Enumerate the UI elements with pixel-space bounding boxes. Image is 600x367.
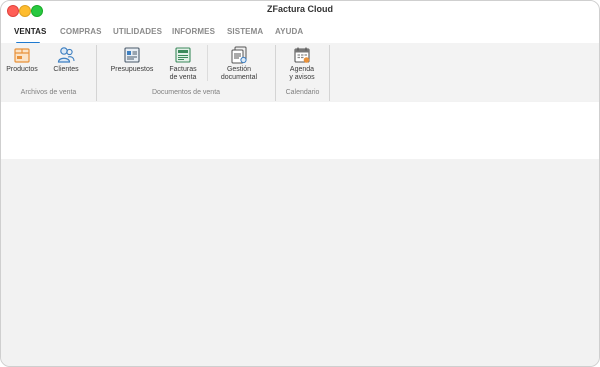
documents-icon [218, 45, 260, 65]
tab-compras[interactable]: COMPRAS [60, 27, 102, 36]
facturas-label-line2: de venta [169, 74, 197, 81]
clientes-button[interactable]: Clientes [50, 45, 82, 74]
gestion-label-line2: documental [220, 74, 258, 81]
facturas-label-line1: Facturas [169, 66, 197, 73]
gestion-label-line1: Gestión [226, 66, 252, 73]
agenda-label-line2: y avisos [289, 74, 315, 81]
window-title: ZFactura Cloud [266, 4, 333, 14]
group-separator [329, 45, 330, 101]
group-label-calendario: Calendario [285, 89, 320, 96]
tab-sistema[interactable]: SISTEMA [227, 27, 263, 36]
app-window: ZFactura Cloud VENTAS COMPRAS UTILIDADES… [0, 0, 600, 367]
tab-ventas[interactable]: VENTAS [14, 27, 46, 36]
gestion-documental-button[interactable]: Gestión documental [218, 45, 260, 82]
tab-utilidades[interactable]: UTILIDADES [113, 27, 162, 36]
productos-button[interactable]: Productos [6, 45, 38, 74]
agenda-label-line1: Agenda [289, 66, 315, 73]
productos-label: Productos [6, 66, 38, 73]
clientes-label: Clientes [53, 66, 79, 73]
agenda-button[interactable]: Agenda y avisos [285, 45, 319, 82]
presupuestos-label: Presupuestos [110, 66, 154, 73]
title-bar: ZFactura Cloud [1, 1, 599, 19]
ribbon-toolbar: Productos Clientes Archivos de venta Pre… [1, 43, 599, 101]
content-header-area [1, 102, 599, 159]
group-label-archivos: Archivos de venta [20, 89, 77, 96]
presupuestos-button[interactable]: Presupuestos [109, 45, 155, 74]
workspace-area [1, 159, 599, 366]
facturas-button[interactable]: Facturas de venta [166, 45, 200, 82]
box-icon [6, 45, 38, 65]
quote-icon [109, 45, 155, 65]
calendar-icon [285, 45, 319, 65]
tab-ayuda[interactable]: AYUDA [275, 27, 303, 36]
ribbon-tabs: VENTAS COMPRAS UTILIDADES INFORMES SISTE… [1, 19, 599, 44]
button-separator [207, 45, 208, 81]
tab-informes[interactable]: INFORMES [172, 27, 215, 36]
invoice-icon [166, 45, 200, 65]
users-icon [50, 45, 82, 65]
group-label-documentos: Documentos de venta [151, 89, 221, 96]
